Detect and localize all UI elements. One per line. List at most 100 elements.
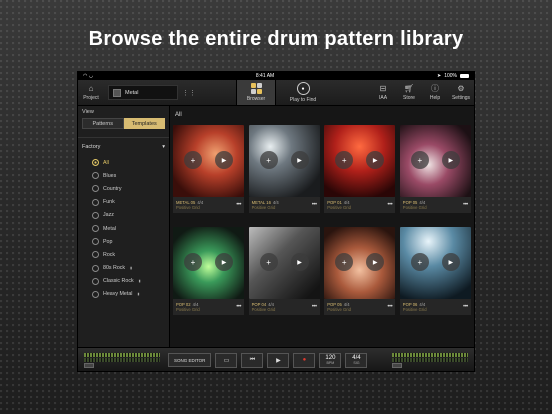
radio-icon	[92, 290, 99, 298]
view-patterns-button[interactable]: Patterns	[82, 118, 124, 129]
library-source-dropdown[interactable]: Factory ▾	[82, 142, 165, 156]
content-area: View Patterns Templates Factory ▾ All Bl…	[78, 106, 474, 347]
radio-icon	[92, 172, 99, 180]
status-time: 8:41 AM	[255, 73, 275, 79]
store-button[interactable]: 🛒︎ Store	[396, 80, 422, 105]
genre-item-heavy-metal[interactable]: Heavy Metal ▮	[92, 288, 165, 301]
play-circle-icon: ●	[296, 82, 310, 95]
pattern-info: POP 04 4/4 Positive Grid •••	[248, 299, 320, 315]
subgenre-indicator-icon: ▮	[138, 279, 141, 284]
pattern-author: Positive Grid	[176, 307, 200, 312]
loop-button[interactable]: ▭	[215, 352, 238, 368]
pattern-tile[interactable]: + ▶ POP 06 4/4 Positive Grid •••	[399, 227, 471, 315]
pattern-tile[interactable]: + ▶ METAL 05 4/4 Positive Grid •••	[173, 125, 244, 213]
more-options-icon[interactable]: •••	[236, 304, 241, 310]
genre-item-funk[interactable]: Funk	[92, 196, 165, 209]
location-icon: ➤	[436, 73, 442, 79]
play-to-find-label: Play to Find	[289, 97, 317, 103]
pattern-info: METAL 16 4/4 Positive Grid •••	[248, 197, 320, 213]
genre-item-rock[interactable]: Rock	[92, 248, 165, 261]
view-templates-button[interactable]: Templates	[123, 118, 165, 129]
transport-bar: SONG EDITOR ▭ ⏮︎ ▶ ● 120 BPM 4/4 SIG	[78, 347, 474, 371]
browser-grid-icon	[250, 83, 262, 94]
pattern-thumbnail: + ▶	[248, 125, 320, 197]
more-options-icon[interactable]: •••	[236, 202, 241, 208]
settings-button[interactable]: ⚙ Settings	[448, 80, 474, 105]
pattern-info: METAL 05 4/4 Positive Grid •••	[173, 197, 244, 213]
genre-item-80s-rock[interactable]: 80s Rock ▮	[92, 262, 165, 275]
promo-headline: Browse the entire drum pattern library	[88, 28, 464, 50]
meter-handle[interactable]	[84, 362, 94, 368]
output-level-meter[interactable]	[392, 352, 468, 368]
record-button[interactable]: ●	[293, 352, 316, 368]
play-icon[interactable]: ▶	[215, 253, 233, 271]
genre-item-metal[interactable]: Metal	[92, 222, 165, 235]
more-options-icon[interactable]: •••	[312, 202, 317, 208]
play-icon[interactable]: ▶	[441, 151, 460, 169]
song-editor-button[interactable]: SONG EDITOR	[168, 353, 212, 367]
more-options-icon[interactable]: •••	[312, 304, 317, 310]
add-icon[interactable]: +	[335, 253, 354, 271]
library-browser: All + ▶ METAL 054/4Positive Grid ••• +	[170, 106, 474, 347]
more-options-icon[interactable]: •••	[463, 304, 468, 310]
iaa-button[interactable]: ⊟ IAA	[370, 80, 396, 105]
dropdown-arrow-icon: ▾	[162, 144, 165, 150]
add-icon[interactable]: +	[184, 151, 202, 169]
time-signature-display[interactable]: 4/4 SIG	[345, 352, 368, 368]
genre-item-blues[interactable]: Blues	[92, 169, 165, 182]
pattern-thumbnail: + ▶	[324, 227, 396, 299]
tempo-display[interactable]: 120 BPM	[319, 352, 342, 368]
pattern-thumbnail: + ▶	[173, 125, 244, 197]
view-segmented-control: Patterns Templates	[82, 118, 165, 129]
rewind-button[interactable]: ⏮︎	[241, 352, 264, 368]
add-icon[interactable]: +	[259, 151, 278, 169]
play-button[interactable]: ▶	[267, 352, 290, 368]
play-icon[interactable]: ▶	[290, 151, 309, 169]
help-button[interactable]: ⓘ Help	[422, 80, 448, 105]
pattern-tile[interactable]: + ▶ POP 02 4/4 Positive Grid •••	[173, 227, 244, 315]
meter-handle[interactable]	[392, 362, 402, 368]
home-icon: ⌂	[88, 83, 94, 93]
play-icon[interactable]: ▶	[366, 151, 385, 169]
song-selector[interactable]: Metal	[108, 85, 178, 100]
play-icon[interactable]: ▶	[215, 151, 233, 169]
radio-icon	[92, 211, 99, 219]
project-button[interactable]: ⌂ Project	[78, 80, 104, 105]
play-icon[interactable]: ▶	[441, 253, 460, 271]
pattern-tile[interactable]: + ▶ POP 05 4/4 Positive Grid •••	[399, 125, 471, 213]
genre-item-classic-rock[interactable]: Classic Rock ▮	[92, 275, 165, 288]
pattern-thumbnail: + ▶	[399, 125, 471, 197]
gear-icon: ⚙	[457, 83, 465, 93]
genre-item-jazz[interactable]: Jazz	[92, 209, 165, 222]
play-icon[interactable]: ▶	[290, 253, 309, 271]
genre-item-all[interactable]: All	[92, 156, 165, 169]
add-icon[interactable]: +	[259, 253, 278, 271]
more-options-icon[interactable]: •••	[387, 304, 392, 310]
browser-button[interactable]: Browser	[236, 80, 276, 105]
play-to-find-button[interactable]: ● Play to Find	[276, 80, 330, 105]
add-icon[interactable]: +	[410, 151, 429, 169]
browser-title: All	[175, 112, 182, 118]
input-level-meter[interactable]	[84, 352, 160, 368]
library-source-label: Factory	[82, 144, 101, 150]
genre-item-country[interactable]: Country	[92, 182, 165, 195]
pattern-tile[interactable]: + ▶ METAL 16 4/4 Positive Grid •••	[248, 125, 320, 213]
add-icon[interactable]: +	[184, 253, 202, 271]
pattern-author: Positive Grid	[251, 307, 276, 312]
add-icon[interactable]: +	[335, 151, 354, 169]
add-icon[interactable]: +	[410, 253, 429, 271]
genre-item-pop[interactable]: Pop	[92, 235, 165, 248]
pattern-thumbnail: + ▶	[248, 227, 320, 299]
more-options-icon[interactable]: •••	[387, 202, 392, 208]
browser-label: Browser	[246, 96, 266, 102]
pattern-tile[interactable]: + ▶ POP 01 4/4 Positive Grid •••	[324, 125, 396, 213]
pattern-info: POP 05 4/4 Positive Grid •••	[324, 299, 396, 315]
more-options-icon[interactable]: •••	[463, 202, 468, 208]
pattern-tile[interactable]: + ▶ POP 05 4/4 Positive Grid •••	[324, 227, 396, 315]
play-icon[interactable]: ▶	[366, 253, 385, 271]
radio-icon	[92, 198, 99, 206]
grid-icon[interactable]: ⋮⋮	[182, 80, 196, 105]
pattern-tile[interactable]: + ▶ POP 04 4/4 Positive Grid •••	[248, 227, 320, 315]
view-label: View	[82, 109, 94, 115]
time-signature-label: SIG	[353, 361, 360, 365]
